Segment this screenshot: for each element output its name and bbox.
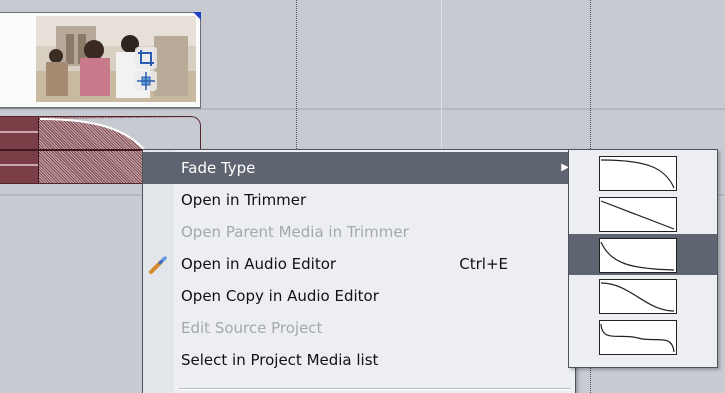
menu-item-label: Open Copy in Audio Editor — [181, 287, 379, 305]
smooth-fade-curve-icon — [599, 279, 677, 314]
fade-option-smooth[interactable] — [569, 275, 717, 316]
video-event-clip[interactable] — [0, 12, 201, 108]
fade-option-slow[interactable] — [569, 234, 717, 275]
context-menu: Fade Type ▶ Open in Trimmer Open Parent … — [142, 149, 576, 393]
menu-separator — [179, 388, 571, 390]
menu-item-label: Open in Audio Editor — [181, 255, 337, 273]
linear-fade-curve-icon — [599, 197, 677, 232]
video-thumbnail — [36, 16, 196, 102]
menu-item-edit-source-project[interactable]: Edit Source Project — [143, 312, 575, 344]
crop-icon[interactable] — [135, 47, 157, 69]
fade-option-fast[interactable] — [569, 152, 717, 193]
menu-item-open-parent-media-in-trimmer[interactable]: Open Parent Media in Trimmer — [143, 216, 575, 248]
fade-option-sharp[interactable] — [569, 316, 717, 357]
fast-fade-curve-icon — [599, 156, 677, 191]
menu-item-open-in-trimmer[interactable]: Open in Trimmer — [143, 184, 575, 216]
sharp-fade-curve-icon — [599, 320, 677, 355]
fade-type-submenu — [568, 149, 718, 368]
audio-editor-icon — [148, 254, 168, 274]
menu-item-open-copy-in-audio-editor[interactable]: Open Copy in Audio Editor — [143, 280, 575, 312]
fade-option-linear[interactable] — [569, 193, 717, 234]
menu-item-label: Open Parent Media in Trimmer — [181, 223, 409, 241]
menu-item-label: Select in Project Media list — [181, 351, 379, 369]
timeline: Fade Type ▶ Open in Trimmer Open Parent … — [0, 0, 725, 393]
menu-item-label: Edit Source Project — [181, 319, 323, 337]
menu-item-open-in-audio-editor[interactable]: Open in Audio Editor Ctrl+E — [143, 248, 575, 280]
pan-crop-icon[interactable] — [135, 71, 157, 91]
shortcut-label: Ctrl+E — [459, 255, 508, 273]
menu-item-label: Fade Type — [181, 159, 256, 177]
clip-selection-marker-icon — [193, 12, 201, 20]
slow-fade-curve-icon — [599, 238, 677, 273]
menu-item-fade-type[interactable]: Fade Type ▶ — [143, 152, 575, 184]
menu-item-select-in-project-media-list[interactable]: Select in Project Media list — [143, 344, 575, 376]
menu-item-label: Open in Trimmer — [181, 191, 307, 209]
